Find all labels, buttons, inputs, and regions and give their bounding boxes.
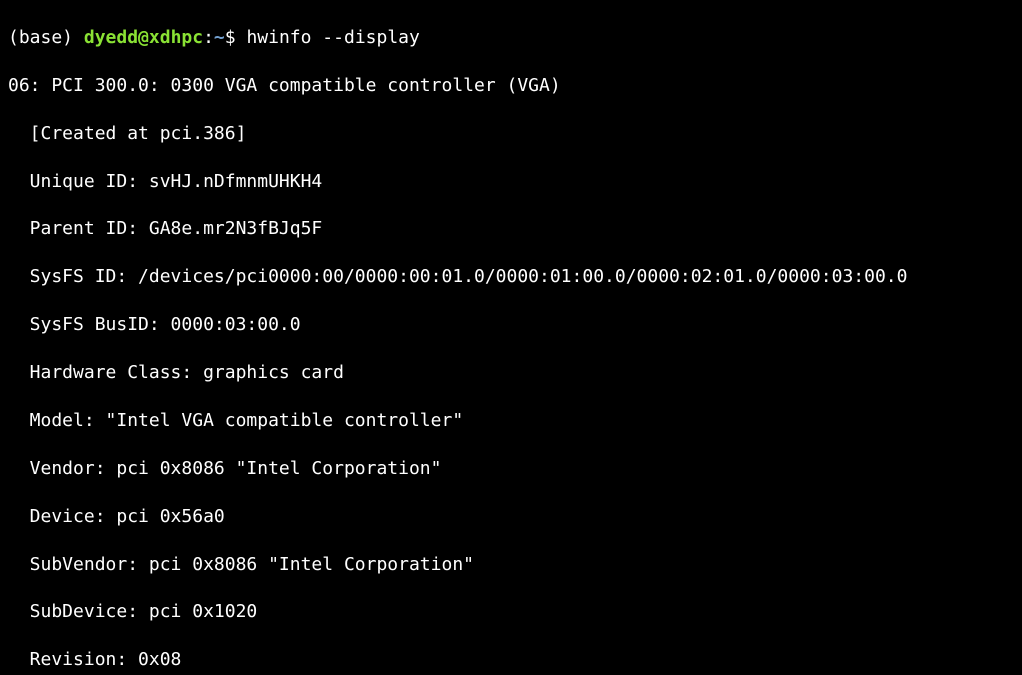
output-line: Model: "Intel VGA compatible controller" (8, 409, 1014, 433)
prompt-path: ~ (214, 27, 225, 48)
output-line: [Created at pci.386] (8, 122, 1014, 146)
terminal-output[interactable]: (base) dyedd@xdhpc:~$ hwinfo --display 0… (0, 0, 1022, 675)
output-line: Hardware Class: graphics card (8, 361, 1014, 385)
output-line: Device: pci 0x56a0 (8, 505, 1014, 529)
conda-env: (base) (8, 27, 84, 48)
output-line: SubDevice: pci 0x1020 (8, 600, 1014, 624)
output-line: SysFS BusID: 0000:03:00.0 (8, 313, 1014, 337)
prompt-user: dyedd (84, 27, 138, 48)
output-line: Revision: 0x08 (8, 648, 1014, 672)
output-line: SubVendor: pci 0x8086 "Intel Corporation… (8, 553, 1014, 577)
prompt-line: (base) dyedd@xdhpc:~$ hwinfo --display (8, 26, 1014, 50)
output-line: Vendor: pci 0x8086 "Intel Corporation" (8, 457, 1014, 481)
command-text: hwinfo --display (246, 27, 419, 48)
prompt-dollar: $ (225, 27, 247, 48)
prompt-colon: : (203, 27, 214, 48)
output-line: Unique ID: svHJ.nDfmnmUHKH4 (8, 170, 1014, 194)
output-line: Parent ID: GA8e.mr2N3fBJq5F (8, 217, 1014, 241)
output-line: SysFS ID: /devices/pci0000:00/0000:00:01… (8, 265, 1014, 289)
prompt-host: xdhpc (149, 27, 203, 48)
output-line: 06: PCI 300.0: 0300 VGA compatible contr… (8, 74, 1014, 98)
prompt-at: @ (138, 27, 149, 48)
